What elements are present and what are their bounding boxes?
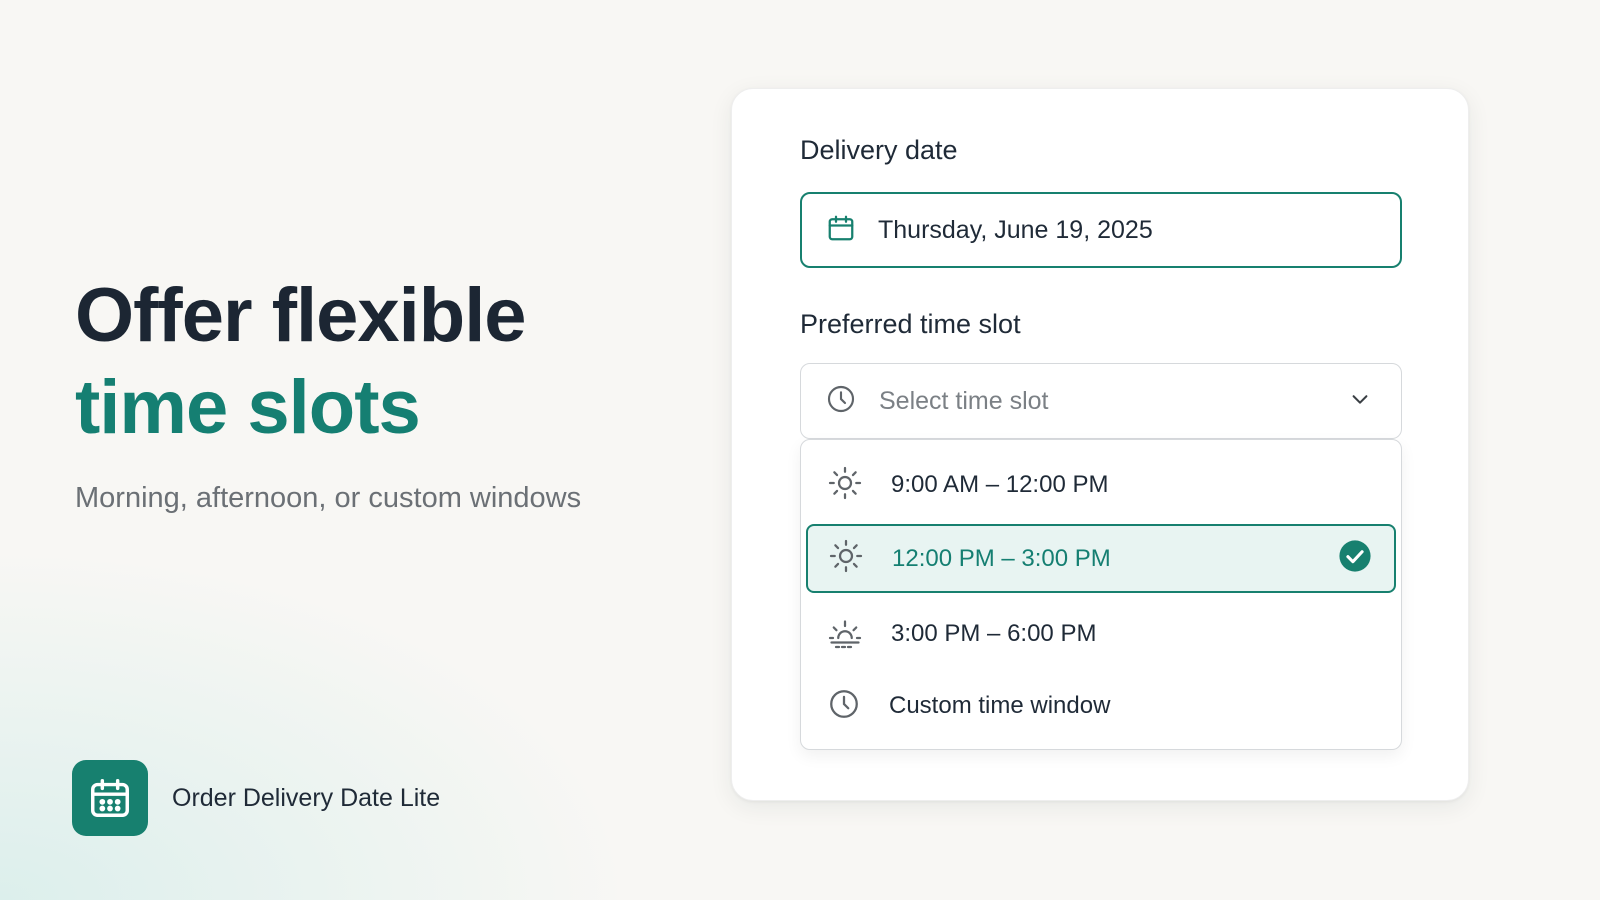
check-circle-icon — [1338, 539, 1372, 578]
time-slot-option-evening[interactable]: 3:00 PM – 6:00 PM — [801, 599, 1401, 669]
hero-title: Offer flexible time slots — [75, 270, 695, 454]
sun-icon — [827, 465, 863, 506]
time-slot-option-label: Custom time window — [889, 692, 1111, 719]
calendar-icon — [72, 760, 148, 836]
hero: Offer flexible time slots Morning, after… — [75, 270, 695, 515]
sunset-icon — [827, 614, 863, 655]
hero-title-line2: time slots — [75, 365, 421, 450]
hero-subtitle: Morning, afternoon, or custom windows — [75, 482, 582, 514]
brand: Order Delivery Date Lite — [72, 760, 440, 836]
delivery-date-field[interactable]: Thursday, June 19, 2025 — [800, 192, 1402, 268]
time-slot-option-custom[interactable]: Custom time window — [801, 671, 1401, 741]
delivery-date-label: Delivery date — [800, 135, 958, 165]
time-slot-option-label: 9:00 AM – 12:00 PM — [891, 471, 1109, 498]
chevron-down-icon — [1349, 388, 1371, 415]
hero-title-line1: Offer flexible — [75, 273, 527, 358]
time-slot-label: Preferred time slot — [800, 309, 1021, 339]
calendar-icon — [826, 213, 856, 248]
time-slot-placeholder: Select time slot — [879, 386, 1049, 415]
time-slot-option-label: 12:00 PM – 3:00 PM — [892, 544, 1111, 572]
time-slot-dropdown: 9:00 AM – 12:00 PM 12:00 PM – 3:00 PM 3:… — [800, 439, 1402, 750]
delivery-date-value: Thursday, June 19, 2025 — [878, 215, 1153, 244]
sun-icon — [828, 538, 864, 579]
time-slot-option-afternoon[interactable]: 12:00 PM – 3:00 PM — [806, 524, 1396, 593]
brand-name: Order Delivery Date Lite — [172, 783, 441, 812]
time-slot-option-morning[interactable]: 9:00 AM – 12:00 PM — [801, 450, 1401, 520]
delivery-card: Delivery date Thursday, June 19, 2025 Pr… — [731, 88, 1469, 801]
clock-icon — [827, 687, 861, 726]
time-slot-option-label: 3:00 PM – 6:00 PM — [891, 620, 1097, 647]
time-slot-select[interactable]: Select time slot — [800, 363, 1402, 439]
clock-icon — [825, 383, 857, 420]
